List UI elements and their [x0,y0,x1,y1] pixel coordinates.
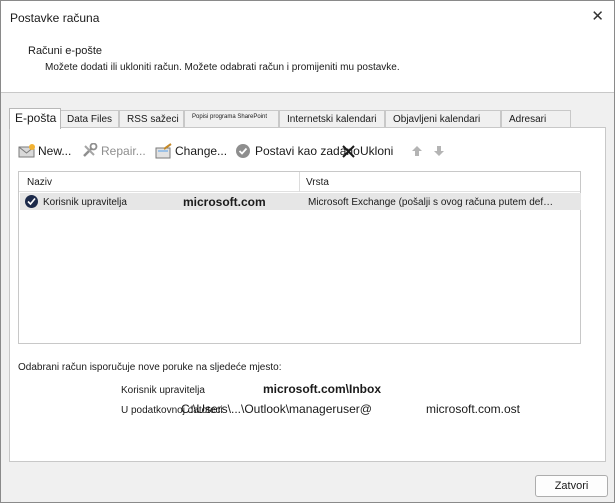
remove-account-button[interactable]: Ukloni [340,140,393,162]
account-domain: microsoft.com [183,195,266,209]
header-description: Možete dodati ili ukloniti račun. Možete… [45,62,400,73]
wrench-icon [81,142,99,159]
close-icon[interactable]: ✕ [591,7,604,25]
tab-internet-calendars[interactable]: Internetski kalendari [279,110,385,128]
mailbox-value: microsoft.com\Inbox [263,382,382,396]
mailbox-label: Korisnik upravitelja [121,385,205,396]
tab-strip: E-pošta Data Files RSS sažeci Popisi pro… [9,108,606,129]
column-header-type[interactable]: Vrsta [306,177,329,188]
data-file-path: C:\Users\...\Outlook\manageruser@ [181,402,372,416]
move-up-button[interactable] [410,140,430,162]
new-account-label: New... [38,144,72,158]
tab-address-books[interactable]: Adresari [501,110,571,128]
tab-sharepoint-lists[interactable]: Popisi programa SharePoint [184,110,279,128]
remove-account-label: Ukloni [360,144,394,158]
close-button[interactable]: Zatvori [535,475,608,497]
dialog-header: Računi e-pošte Možete dodati ili uklonit… [1,35,614,93]
tab-data-files[interactable]: Data Files [59,110,119,128]
account-toolbar: New... Repair... Change... Postavi kao z… [10,140,600,162]
accounts-list[interactable]: Naziv Vrsta Korisnik upravitelja microso… [18,171,581,344]
tab-email[interactable]: E-pošta [9,108,61,129]
change-account-button[interactable]: Change... [155,140,227,162]
default-account-check-icon [25,195,38,208]
delivery-info: Odabrani račun isporučuje nove poruke na… [18,362,282,373]
account-name: Korisnik upravitelja [43,197,127,208]
check-circle-icon [235,143,253,159]
account-settings-window: Postavke računa ✕ Računi e-pošte Možete … [0,0,615,503]
remove-x-icon [340,143,358,159]
title-bar: Postavke računa ✕ [1,1,614,35]
account-type: Microsoft Exchange (pošalji s ovog račun… [308,197,554,208]
change-settings-icon [155,143,173,159]
tab-rss-feeds[interactable]: RSS sažeci [119,110,184,128]
data-file-domain: microsoft.com.ost [426,402,521,416]
new-mail-icon [18,143,36,159]
arrow-up-icon [410,143,428,159]
tab-published-calendars[interactable]: Objavljeni kalendari [385,110,501,128]
column-separator[interactable] [299,172,300,192]
arrow-down-icon [432,143,450,159]
move-down-button[interactable] [432,140,452,162]
new-account-button[interactable]: New... [18,140,71,162]
window-title: Postavke računa [10,11,100,25]
header-title: Računi e-pošte [28,45,102,57]
repair-account-button[interactable]: Repair... [81,140,146,162]
list-header: Naziv Vrsta [19,172,580,192]
column-header-name[interactable]: Naziv [27,177,52,188]
change-account-label: Change... [175,144,228,158]
repair-account-label: Repair... [101,144,146,158]
table-row[interactable]: Korisnik upravitelja microsoft.com Micro… [20,193,581,210]
